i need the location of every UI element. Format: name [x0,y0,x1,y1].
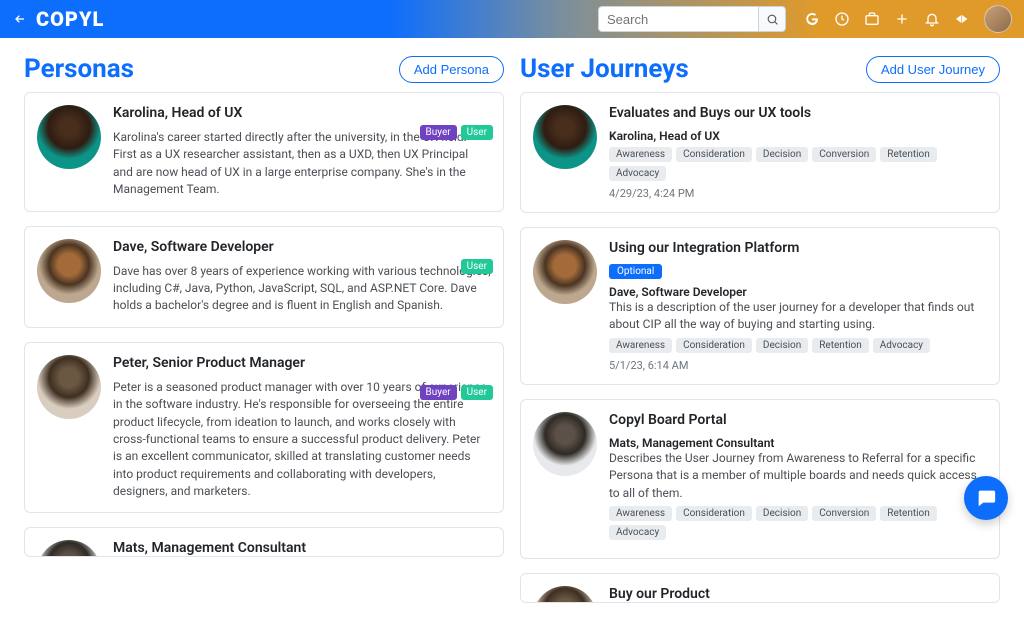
briefcase-icon[interactable] [864,11,880,27]
journey-card[interactable]: Evaluates and Buys our UX tools Karolina… [520,92,1000,213]
tag-user: User [461,259,493,274]
add-journey-button[interactable]: Add User Journey [866,56,1000,83]
search-button[interactable] [758,6,786,32]
journey-card[interactable]: Buy our Product [520,573,1000,603]
avatar [533,105,597,169]
journeys-column: User Journeys Add User Journey Evaluates… [520,54,1000,617]
user-avatar[interactable] [984,5,1012,33]
add-persona-button[interactable]: Add Persona [399,56,504,83]
journey-date: 5/1/23, 6:14 AM [609,359,987,372]
journey-card[interactable]: Using our Integration Platform Optional … [520,227,1000,385]
journey-title: Using our Integration Platform [609,240,987,256]
avatar [37,239,101,303]
avatar [533,412,597,476]
stage: Retention [812,338,869,353]
persona-card[interactable]: Dave, Software Developer Dave has over 8… [24,226,504,328]
tag-buyer: Buyer [420,385,457,400]
persona-card[interactable]: Peter, Senior Product Manager Peter is a… [24,342,504,514]
journey-card[interactable]: Copyl Board Portal Mats, Management Cons… [520,399,1000,559]
bell-icon[interactable] [924,11,940,27]
tag-optional: Optional [609,264,662,279]
stage-row: Awareness Consideration Decision Convers… [609,147,987,181]
history-icon[interactable] [834,11,850,27]
stage: Consideration [676,147,752,162]
stage: Conversion [812,147,876,162]
personas-column: Personas Add Persona Karolina, Head of U… [24,54,504,617]
stage: Decision [756,147,808,162]
main: Personas Add Persona Karolina, Head of U… [0,38,1024,617]
header-icons [804,5,1012,33]
stage: Conversion [812,506,876,521]
journey-title: Copyl Board Portal [609,412,987,428]
journey-title: Buy our Product [609,586,987,602]
tag-user: User [461,125,493,140]
google-icon[interactable] [804,11,820,27]
persona-card[interactable]: Mats, Management Consultant [24,527,504,557]
stage: Awareness [609,506,672,521]
search-box [598,6,786,32]
persona-desc: Dave has over 8 years of experience work… [113,263,491,315]
stage: Advocacy [873,338,930,353]
journey-desc: Describes the User Journey from Awarenes… [609,450,987,502]
journey-persona: Karolina, Head of UX [609,129,987,143]
stage: Retention [880,506,937,521]
chat-button[interactable] [964,476,1008,520]
personas-title: Personas [24,54,399,84]
app-header: COPYL [0,0,1024,38]
stage: Advocacy [609,525,666,540]
journey-title: Evaluates and Buys our UX tools [609,105,987,121]
stage: Advocacy [609,166,666,181]
stage: Consideration [676,506,752,521]
persona-name: Karolina, Head of UX [113,105,491,121]
stage: Consideration [676,338,752,353]
stage: Awareness [609,147,672,162]
persona-name: Peter, Senior Product Manager [113,355,491,371]
journey-desc: This is a description of the user journe… [609,299,987,334]
plus-icon[interactable] [894,11,910,27]
avatar [533,586,597,603]
stage: Retention [880,147,937,162]
logo[interactable]: COPYL [36,7,104,31]
avatar [533,240,597,304]
journey-persona: Dave, Software Developer [609,285,987,299]
stage-row: Awareness Consideration Decision Retenti… [609,338,987,353]
persona-name: Dave, Software Developer [113,239,491,255]
stage: Awareness [609,338,672,353]
stage: Decision [756,506,808,521]
journey-persona: Mats, Management Consultant [609,436,987,450]
stage-row: Awareness Consideration Decision Convers… [609,506,987,540]
tag-user: User [461,385,493,400]
tag-buyer: Buyer [420,125,457,140]
persona-card[interactable]: Karolina, Head of UX Karolina's career s… [24,92,504,212]
persona-name: Mats, Management Consultant [113,540,491,556]
back-icon[interactable] [12,11,28,27]
avatar [37,105,101,169]
avatar [37,355,101,419]
journeys-title: User Journeys [520,54,866,84]
search-input[interactable] [598,6,758,32]
journey-date: 4/29/23, 4:24 PM [609,187,987,200]
stage: Decision [756,338,808,353]
rewind-icon[interactable] [954,11,970,27]
avatar [37,540,101,557]
